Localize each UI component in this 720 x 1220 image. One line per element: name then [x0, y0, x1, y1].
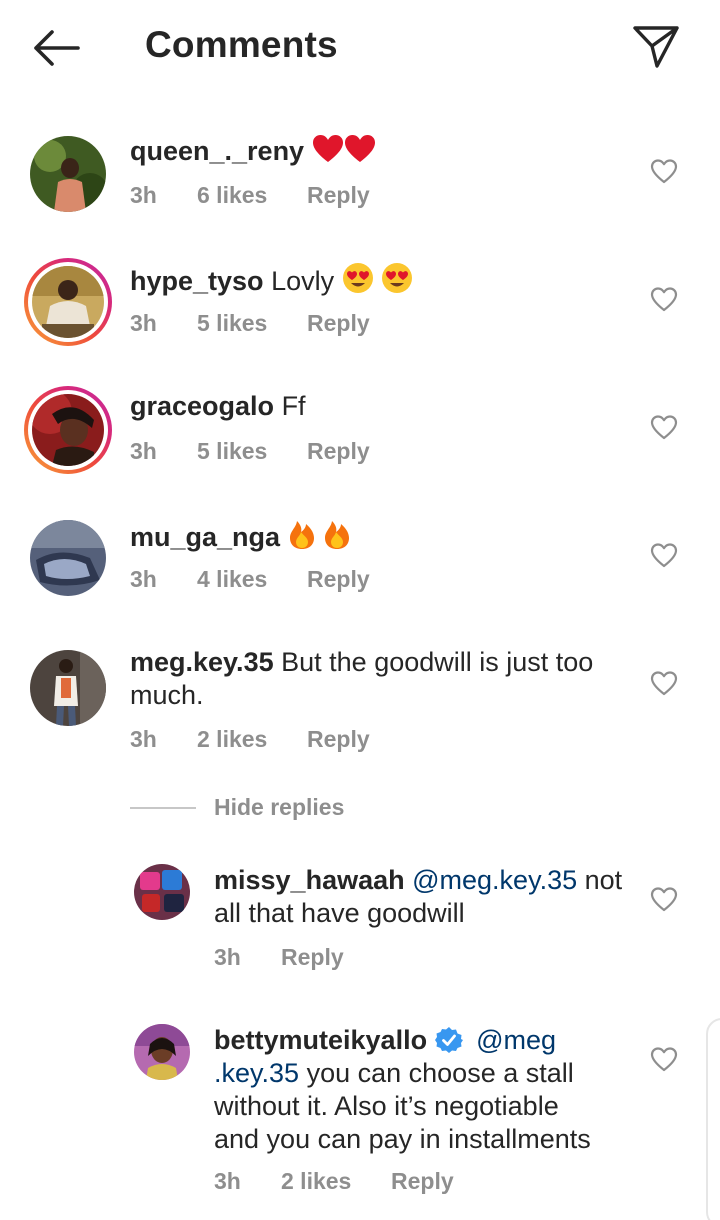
hide-replies-label[interactable]: Hide replies — [214, 794, 344, 821]
heart-outline-icon[interactable] — [650, 286, 678, 312]
comment-likes[interactable]: 2 likes — [197, 726, 267, 753]
comment-time: 3h — [130, 726, 157, 752]
comment-text: hype_tyso Lovly — [130, 262, 413, 298]
fire-emoji — [325, 521, 350, 549]
fire-emoji — [289, 521, 314, 549]
reply-button[interactable]: Reply — [307, 182, 370, 209]
heart-outline-icon[interactable] — [650, 1046, 678, 1072]
avatar[interactable] — [134, 864, 190, 920]
comment-text: meg.key.35 But the goodwill is just too … — [130, 646, 593, 712]
arrow-left-icon — [34, 30, 80, 66]
heart-eyes-emoji — [382, 263, 413, 293]
red-heart-emoji — [344, 135, 375, 162]
back-button[interactable] — [28, 26, 84, 70]
comment-text: graceogalo Ff — [130, 390, 306, 423]
comment-text: queen_._reny — [130, 134, 376, 168]
paper-plane-icon — [633, 26, 679, 68]
comment-body-continued: much. — [130, 680, 204, 710]
heart-outline-icon[interactable] — [650, 886, 678, 912]
comment-username[interactable]: graceogalo — [130, 391, 274, 421]
comment-text: mu_ga_nga — [130, 518, 351, 554]
page-title: Comments — [145, 24, 338, 65]
heart-outline-icon[interactable] — [650, 158, 678, 184]
avatar[interactable] — [30, 136, 106, 212]
reply-text: missy_hawaah @meg.key.35 not all that ha… — [214, 864, 622, 930]
reply-body-continued: all that have goodwill — [214, 898, 465, 928]
reply-button[interactable]: Reply — [307, 310, 370, 337]
avatar[interactable] — [30, 520, 106, 596]
comment-username[interactable]: meg.key.35 — [130, 647, 274, 677]
avatar[interactable] — [24, 386, 112, 474]
reply-body-continued: and you can pay in installments — [214, 1124, 591, 1154]
edge-panel[interactable] — [706, 1018, 720, 1220]
comment-time: 3h — [130, 438, 157, 464]
reply-time: 3h — [214, 944, 241, 970]
share-button[interactable] — [630, 22, 682, 70]
comment-time: 3h — [130, 310, 157, 336]
reply-button[interactable]: Reply — [307, 726, 370, 753]
comment-time: 3h — [130, 566, 157, 592]
comment-username[interactable]: queen_._reny — [130, 136, 304, 166]
reply-username[interactable]: missy_hawaah — [214, 865, 405, 895]
reply-username[interactable]: bettymuteikyallo — [214, 1025, 427, 1055]
reply-button[interactable]: Reply — [391, 1168, 454, 1195]
mention-link[interactable]: @meg.key.35 — [412, 865, 577, 895]
avatar[interactable] — [30, 650, 106, 726]
comment-body: Ff — [281, 391, 306, 421]
mention-link[interactable]: .key.35 — [214, 1058, 299, 1088]
comment-body: Lovly — [271, 266, 335, 296]
comment-body: But the goodwill is just too — [281, 647, 594, 677]
reply-time: 3h — [214, 1168, 241, 1194]
comment-username[interactable]: hype_tyso — [130, 266, 264, 296]
red-heart-emoji — [312, 135, 343, 162]
verified-badge-icon — [434, 1027, 463, 1053]
reply-likes[interactable]: 2 likes — [281, 1168, 351, 1195]
reply-button[interactable]: Reply — [307, 566, 370, 593]
reply-text: bettymuteikyallo @meg .key.35 you can ch… — [214, 1024, 591, 1156]
heart-outline-icon[interactable] — [650, 670, 678, 696]
avatar[interactable] — [24, 258, 112, 346]
reply-button[interactable]: Reply — [307, 438, 370, 465]
avatar[interactable] — [134, 1024, 190, 1080]
comment-likes[interactable]: 5 likes — [197, 310, 267, 337]
heart-outline-icon[interactable] — [650, 414, 678, 440]
reply-button[interactable]: Reply — [281, 944, 344, 971]
comment-time: 3h — [130, 182, 157, 208]
comment-username[interactable]: mu_ga_nga — [130, 522, 280, 552]
reply-body: not — [584, 865, 623, 895]
comments-header: Comments — [0, 0, 720, 96]
comment-likes[interactable]: 5 likes — [197, 438, 267, 465]
reply-body-continued: without it. Also it’s negotiable — [214, 1091, 559, 1121]
mention-link[interactable]: @meg — [476, 1025, 556, 1055]
comment-likes[interactable]: 6 likes — [197, 182, 267, 209]
comment-likes[interactable]: 4 likes — [197, 566, 267, 593]
heart-eyes-emoji — [342, 263, 373, 293]
heart-outline-icon[interactable] — [650, 542, 678, 568]
divider-line — [130, 807, 196, 809]
reply-body: you can choose a stall — [306, 1058, 574, 1088]
